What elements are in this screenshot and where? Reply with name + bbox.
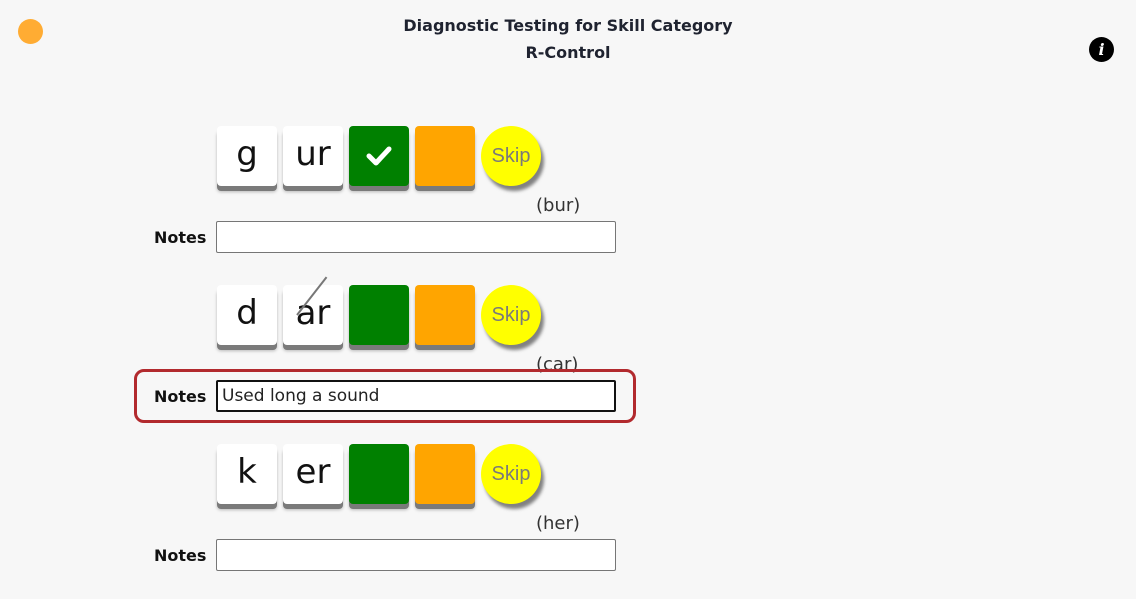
info-button[interactable]: i	[1089, 37, 1114, 62]
word-hint: (her)	[536, 513, 580, 534]
correct-button[interactable]	[349, 126, 409, 186]
skip-button[interactable]: Skip	[481, 126, 541, 186]
skill-category: R-Control	[525, 43, 611, 62]
onset-tile[interactable]: d	[217, 285, 277, 345]
tile-row: k er Skip	[217, 444, 541, 504]
skip-button[interactable]: Skip	[481, 444, 541, 504]
incorrect-button[interactable]	[415, 444, 475, 504]
word-hint: (car)	[536, 354, 579, 375]
onset-tile[interactable]: g	[217, 126, 277, 186]
notes-label: Notes	[154, 387, 207, 406]
notes-input[interactable]	[216, 380, 616, 412]
skip-button[interactable]: Skip	[481, 285, 541, 345]
correct-button[interactable]	[349, 444, 409, 504]
word-hint: (bur)	[536, 195, 581, 216]
notes-input[interactable]	[216, 221, 616, 253]
rime-tile[interactable]: er	[283, 444, 343, 504]
notes-label: Notes	[154, 228, 207, 247]
info-icon: i	[1098, 40, 1105, 59]
diagnostic-page: Diagnostic Testing for Skill Category R-…	[0, 0, 1136, 599]
notes-input[interactable]	[216, 539, 616, 571]
rime-tile-struck[interactable]: ar	[283, 285, 343, 345]
onset-tile[interactable]: k	[217, 444, 277, 504]
tile-row: d ar Skip	[217, 285, 541, 345]
page-title: Diagnostic Testing for Skill Category	[403, 16, 733, 35]
rime-tile[interactable]: ur	[283, 126, 343, 186]
incorrect-button[interactable]	[415, 126, 475, 186]
tile-row: g ur Skip	[217, 126, 541, 186]
checkmark-icon	[366, 146, 392, 166]
page-header: Diagnostic Testing for Skill Category R-…	[0, 12, 1136, 66]
incorrect-button[interactable]	[415, 285, 475, 345]
correct-button[interactable]	[349, 285, 409, 345]
notes-label: Notes	[154, 546, 207, 565]
